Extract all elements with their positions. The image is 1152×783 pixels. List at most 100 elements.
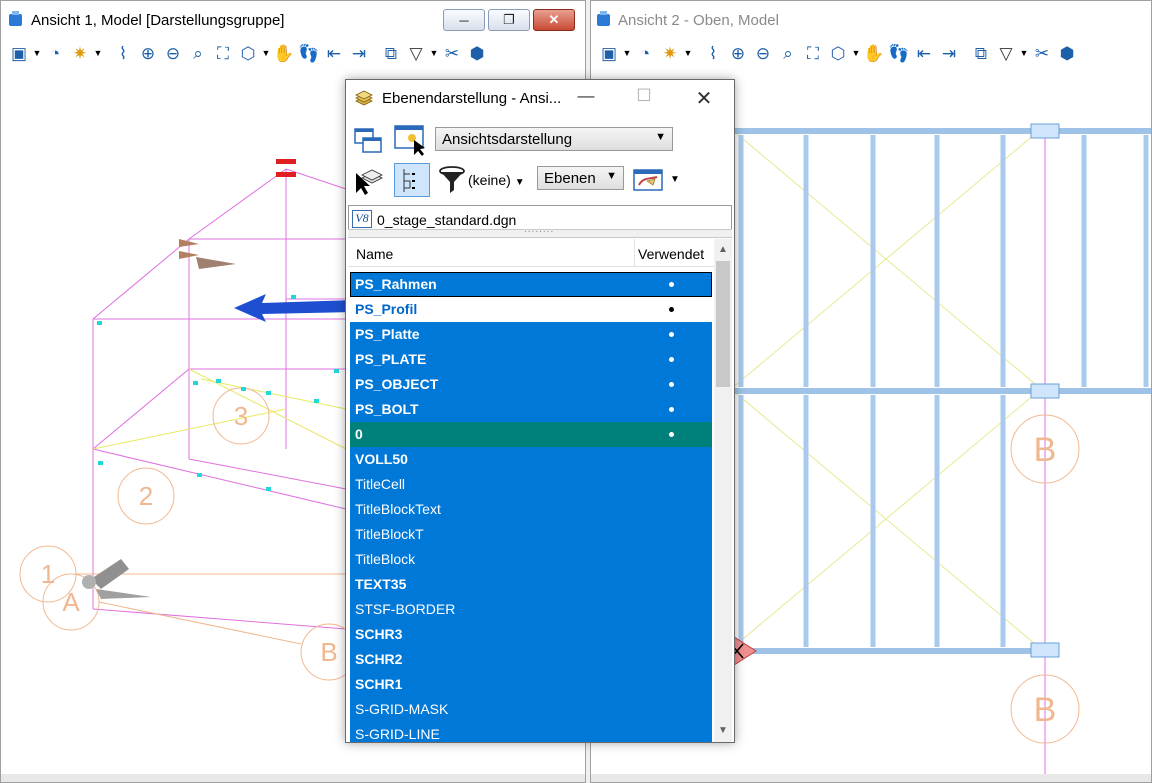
chevron-down-icon[interactable]: ▼ bbox=[429, 41, 439, 65]
level-row[interactable]: PS_BOLT bbox=[350, 397, 712, 422]
filter-icon[interactable] bbox=[436, 164, 468, 196]
close-button[interactable]: ✕ bbox=[533, 9, 575, 31]
view-attributes-icon[interactable]: ▣ bbox=[597, 41, 621, 65]
view-cone-icon[interactable]: ▽ bbox=[404, 41, 428, 65]
rotate-view-icon[interactable]: ⬡ bbox=[826, 41, 850, 65]
view-display-combo[interactable]: Ansichtsdarstellung ▼ bbox=[435, 127, 673, 151]
fit-view-icon[interactable]: ⛶ bbox=[801, 41, 825, 65]
view-select-icon[interactable] bbox=[394, 124, 426, 156]
grid-label-1: 1 bbox=[41, 559, 55, 589]
view-1-horizontal-scrollbar[interactable] bbox=[1, 774, 585, 782]
level-row[interactable]: PS_Profil bbox=[350, 297, 712, 322]
level-list-scrollbar[interactable]: ▲ ▼ bbox=[714, 239, 732, 742]
pan-view-icon[interactable]: ✋ bbox=[272, 41, 296, 65]
clip-mask-icon[interactable]: ⬢ bbox=[465, 41, 489, 65]
dialog-minimize-button[interactable]: — bbox=[566, 86, 606, 110]
minimize-button[interactable]: ─ bbox=[443, 9, 485, 31]
level-row[interactable]: TitleBlockText bbox=[350, 497, 712, 522]
scroll-down-icon[interactable]: ▼ bbox=[714, 722, 732, 740]
view-group-icon[interactable] bbox=[353, 125, 385, 157]
walk-icon[interactable]: 👣 bbox=[887, 41, 911, 65]
level-row[interactable]: SCHR1 bbox=[350, 672, 712, 697]
dgn-file-icon: V8 bbox=[352, 210, 372, 228]
level-row[interactable]: TitleBlockT bbox=[350, 522, 712, 547]
level-display-dialog[interactable]: Ebenendarstellung - Ansi... — ☐ ✕ Ansich… bbox=[345, 79, 735, 743]
level-name: SCHR3 bbox=[355, 626, 403, 642]
view-next-icon[interactable]: ⇥ bbox=[937, 41, 961, 65]
select-levels-icon[interactable] bbox=[353, 164, 385, 196]
walk-icon[interactable]: 👣 bbox=[297, 41, 321, 65]
light-icon[interactable]: ✷ bbox=[68, 41, 92, 65]
window-area-icon[interactable]: ⌕ bbox=[186, 41, 210, 65]
level-manager-icon[interactable] bbox=[632, 164, 664, 196]
chevron-down-icon[interactable]: ▼ bbox=[1019, 41, 1029, 65]
chevron-down-icon[interactable]: ▼ bbox=[93, 41, 103, 65]
level-row[interactable]: TEXT35 bbox=[350, 572, 712, 597]
separator bbox=[372, 41, 378, 65]
rotate-view-icon[interactable]: ⬡ bbox=[236, 41, 260, 65]
level-row[interactable]: STSF-BORDER bbox=[350, 597, 712, 622]
column-header-name[interactable]: Name bbox=[356, 246, 393, 262]
view-2-horizontal-scrollbar[interactable] bbox=[591, 774, 1151, 782]
dialog-close-button[interactable]: ✕ bbox=[684, 86, 724, 110]
view-previous-icon[interactable]: ⇤ bbox=[912, 41, 936, 65]
hierarchy-view-icon[interactable] bbox=[394, 163, 430, 197]
light-icon[interactable]: ✷ bbox=[658, 41, 682, 65]
zoom-in-icon[interactable]: ⊕ bbox=[136, 41, 160, 65]
view-previous-icon[interactable]: ⇤ bbox=[322, 41, 346, 65]
dialog-maximize-button[interactable]: ☐ bbox=[624, 86, 664, 110]
level-row[interactable]: TitleCell bbox=[350, 472, 712, 497]
file-name[interactable]: 0_stage_standard.dgn bbox=[377, 212, 516, 228]
window-area-icon[interactable]: ⌕ bbox=[776, 41, 800, 65]
levels-combo[interactable]: Ebenen ▼ bbox=[537, 166, 624, 190]
view-attributes-icon[interactable]: ▣ bbox=[7, 41, 31, 65]
clip-mask-icon[interactable]: ⬢ bbox=[1055, 41, 1079, 65]
level-row[interactable]: PS_Platte bbox=[350, 322, 712, 347]
level-row[interactable]: SCHR3 bbox=[350, 622, 712, 647]
level-row[interactable]: 0 bbox=[350, 422, 712, 447]
clip-volume-icon[interactable]: ✂ bbox=[1030, 41, 1054, 65]
restore-button[interactable]: ❐ bbox=[488, 9, 530, 31]
chevron-down-icon[interactable]: ▼ bbox=[851, 41, 861, 65]
display-style-icon[interactable]: ◔ bbox=[633, 41, 657, 65]
scroll-up-icon[interactable]: ▲ bbox=[714, 241, 732, 259]
chevron-down-icon[interactable]: ▼ bbox=[32, 41, 42, 65]
column-header-used[interactable]: Verwendet bbox=[634, 239, 704, 266]
level-row[interactable]: SCHR2 bbox=[350, 647, 712, 672]
zoom-out-icon[interactable]: ⊖ bbox=[161, 41, 185, 65]
level-row[interactable]: PS_OBJECT bbox=[350, 372, 712, 397]
update-view-icon[interactable]: ⌇ bbox=[701, 41, 725, 65]
fit-view-icon[interactable]: ⛶ bbox=[211, 41, 235, 65]
level-filter-dropdown[interactable]: (keine) ▼ bbox=[468, 172, 525, 188]
dialog-titlebar[interactable]: Ebenendarstellung - Ansi... — ☐ ✕ bbox=[346, 80, 734, 117]
chevron-down-icon[interactable]: ▼ bbox=[261, 41, 271, 65]
scroll-thumb[interactable] bbox=[716, 261, 730, 387]
view-cone-icon[interactable]: ▽ bbox=[994, 41, 1018, 65]
zoom-out-icon[interactable]: ⊖ bbox=[751, 41, 775, 65]
view-display-value: Ansichtsdarstellung bbox=[442, 131, 573, 148]
level-name: S-GRID-LINE bbox=[355, 726, 440, 742]
clip-volume-icon[interactable]: ✂ bbox=[440, 41, 464, 65]
chevron-down-icon[interactable]: ▼ bbox=[683, 41, 693, 65]
level-row[interactable]: PS_Rahmen bbox=[350, 272, 712, 297]
view-1-toolbar: ▣ ▼ ◔ ✷ ▼ ⌇ ⊕ ⊖ ⌕ ⛶ ⬡ ▼ ✋ 👣 ⇤ ⇥ ⧉ ▽ ▼ ✂ … bbox=[1, 37, 585, 69]
level-row[interactable]: PS_PLATE bbox=[350, 347, 712, 372]
zoom-in-icon[interactable]: ⊕ bbox=[726, 41, 750, 65]
pan-view-icon[interactable]: ✋ bbox=[862, 41, 886, 65]
copy-view-icon[interactable]: ⧉ bbox=[379, 41, 403, 65]
level-row[interactable]: VOLL50 bbox=[350, 447, 712, 472]
update-view-icon[interactable]: ⌇ bbox=[111, 41, 135, 65]
level-row[interactable]: S-GRID-LINE bbox=[350, 722, 712, 742]
grid-label-3: 3 bbox=[234, 401, 248, 431]
separator bbox=[694, 41, 700, 65]
dialog-view-row: Ansichtsdarstellung ▼ bbox=[346, 121, 734, 157]
level-row[interactable]: TitleBlock bbox=[350, 547, 712, 572]
chevron-down-icon[interactable]: ▼ bbox=[670, 174, 680, 185]
level-row[interactable]: S-GRID-MASK bbox=[350, 697, 712, 722]
pane-splitter[interactable]: ........ bbox=[348, 224, 732, 238]
display-style-icon[interactable]: ◔ bbox=[43, 41, 67, 65]
view-next-icon[interactable]: ⇥ bbox=[347, 41, 371, 65]
copy-view-icon[interactable]: ⧉ bbox=[969, 41, 993, 65]
view-2-titlebar[interactable]: Ansicht 2 - Oben, Model bbox=[591, 1, 1151, 37]
chevron-down-icon[interactable]: ▼ bbox=[622, 41, 632, 65]
